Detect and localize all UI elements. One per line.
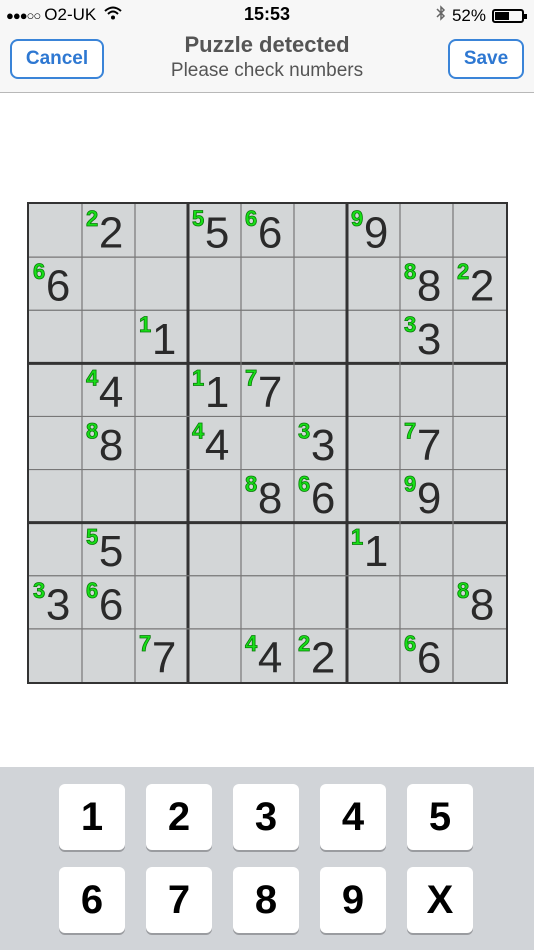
key-4[interactable]: 4 — [320, 784, 386, 850]
detected-digit[interactable]: 6 — [245, 206, 258, 232]
detected-digit[interactable]: 9 — [404, 471, 417, 497]
detected-digit[interactable]: 6 — [404, 630, 417, 656]
detected-digit[interactable]: 2 — [457, 259, 470, 285]
detected-digit[interactable]: 6 — [86, 577, 99, 603]
printed-digit: 9 — [417, 474, 441, 523]
key-3[interactable]: 3 — [233, 784, 299, 850]
printed-digit: 3 — [46, 580, 70, 629]
printed-digit: 4 — [99, 368, 123, 417]
printed-digit: 6 — [99, 580, 123, 629]
printed-digit: 6 — [46, 262, 70, 311]
printed-digit: 4 — [258, 633, 282, 682]
detected-digit[interactable]: 5 — [86, 524, 99, 550]
detected-digit[interactable]: 6 — [298, 471, 311, 497]
key-5[interactable]: 5 — [407, 784, 473, 850]
printed-digit: 3 — [417, 315, 441, 364]
save-button[interactable]: Save — [448, 39, 524, 79]
printed-digit: 5 — [205, 209, 229, 258]
battery-icon — [492, 8, 527, 23]
status-right: 52% — [436, 5, 527, 26]
detected-digit[interactable]: 3 — [404, 312, 417, 338]
printed-digit: 6 — [258, 209, 282, 258]
detected-digit[interactable]: 1 — [351, 524, 364, 550]
key-9[interactable]: 9 — [320, 867, 386, 933]
detected-digit[interactable]: 8 — [86, 418, 99, 444]
detected-digit[interactable]: 3 — [298, 418, 311, 444]
printed-digit: 1 — [364, 527, 388, 576]
detected-digit[interactable]: 9 — [351, 206, 364, 232]
printed-digit: 8 — [417, 262, 441, 311]
key-1[interactable]: 1 — [59, 784, 125, 850]
detected-digit[interactable]: 4 — [245, 630, 259, 656]
puzzle-photo: 2255669966882211334411778844337788669955… — [27, 202, 508, 684]
detected-digit[interactable]: 5 — [192, 206, 205, 232]
printed-digit: 1 — [205, 368, 229, 417]
printed-digit: 6 — [417, 633, 441, 682]
key-2[interactable]: 2 — [146, 784, 212, 850]
number-keypad: 1 2 3 4 5 6 7 8 9 X — [0, 767, 534, 950]
detected-digit[interactable]: 4 — [192, 418, 206, 444]
printed-digit: 8 — [470, 580, 494, 629]
detected-digit[interactable]: 7 — [139, 630, 152, 656]
key-8[interactable]: 8 — [233, 867, 299, 933]
bluetooth-icon — [436, 5, 446, 26]
battery-percent: 52% — [451, 5, 486, 25]
detected-digit[interactable]: 3 — [33, 577, 46, 603]
detected-digit[interactable]: 1 — [192, 365, 205, 391]
status-bar: ●●●○○ O2-UK 15:53 52% — [0, 0, 534, 30]
detected-digit[interactable]: 7 — [245, 365, 258, 391]
navigation-bar: Cancel Puzzle detected Please check numb… — [0, 30, 534, 93]
key-clear[interactable]: X — [407, 867, 473, 933]
detected-digit[interactable]: 6 — [33, 259, 46, 285]
printed-digit: 3 — [311, 421, 335, 470]
printed-digit: 6 — [311, 474, 335, 523]
printed-digit: 2 — [311, 633, 335, 682]
printed-digit: 5 — [99, 527, 123, 576]
printed-digit: 8 — [258, 474, 282, 523]
sudoku-grid: 22 55 66 9966 88 2211 3344 11 7788 44 33 7788 66 9955… — [29, 204, 506, 682]
detected-digit[interactable]: 2 — [298, 630, 311, 656]
detected-digit[interactable]: 8 — [245, 471, 258, 497]
detected-digit[interactable]: 1 — [139, 312, 152, 338]
detected-digit[interactable]: 8 — [404, 259, 417, 285]
printed-digit: 7 — [258, 368, 282, 417]
detected-digit[interactable]: 7 — [404, 418, 417, 444]
printed-digit: 4 — [205, 421, 229, 470]
printed-digit: 1 — [152, 315, 176, 364]
printed-digit: 7 — [152, 633, 176, 682]
detected-digit[interactable]: 2 — [86, 206, 99, 232]
detected-digit[interactable]: 4 — [86, 365, 100, 391]
detected-digit[interactable]: 8 — [457, 577, 470, 603]
printed-digit: 2 — [99, 209, 123, 258]
key-7[interactable]: 7 — [146, 867, 212, 933]
printed-digit: 7 — [417, 421, 441, 470]
printed-digit: 8 — [99, 421, 123, 470]
printed-digit: 9 — [364, 209, 388, 258]
key-6[interactable]: 6 — [59, 867, 125, 933]
printed-digit: 2 — [470, 262, 494, 311]
